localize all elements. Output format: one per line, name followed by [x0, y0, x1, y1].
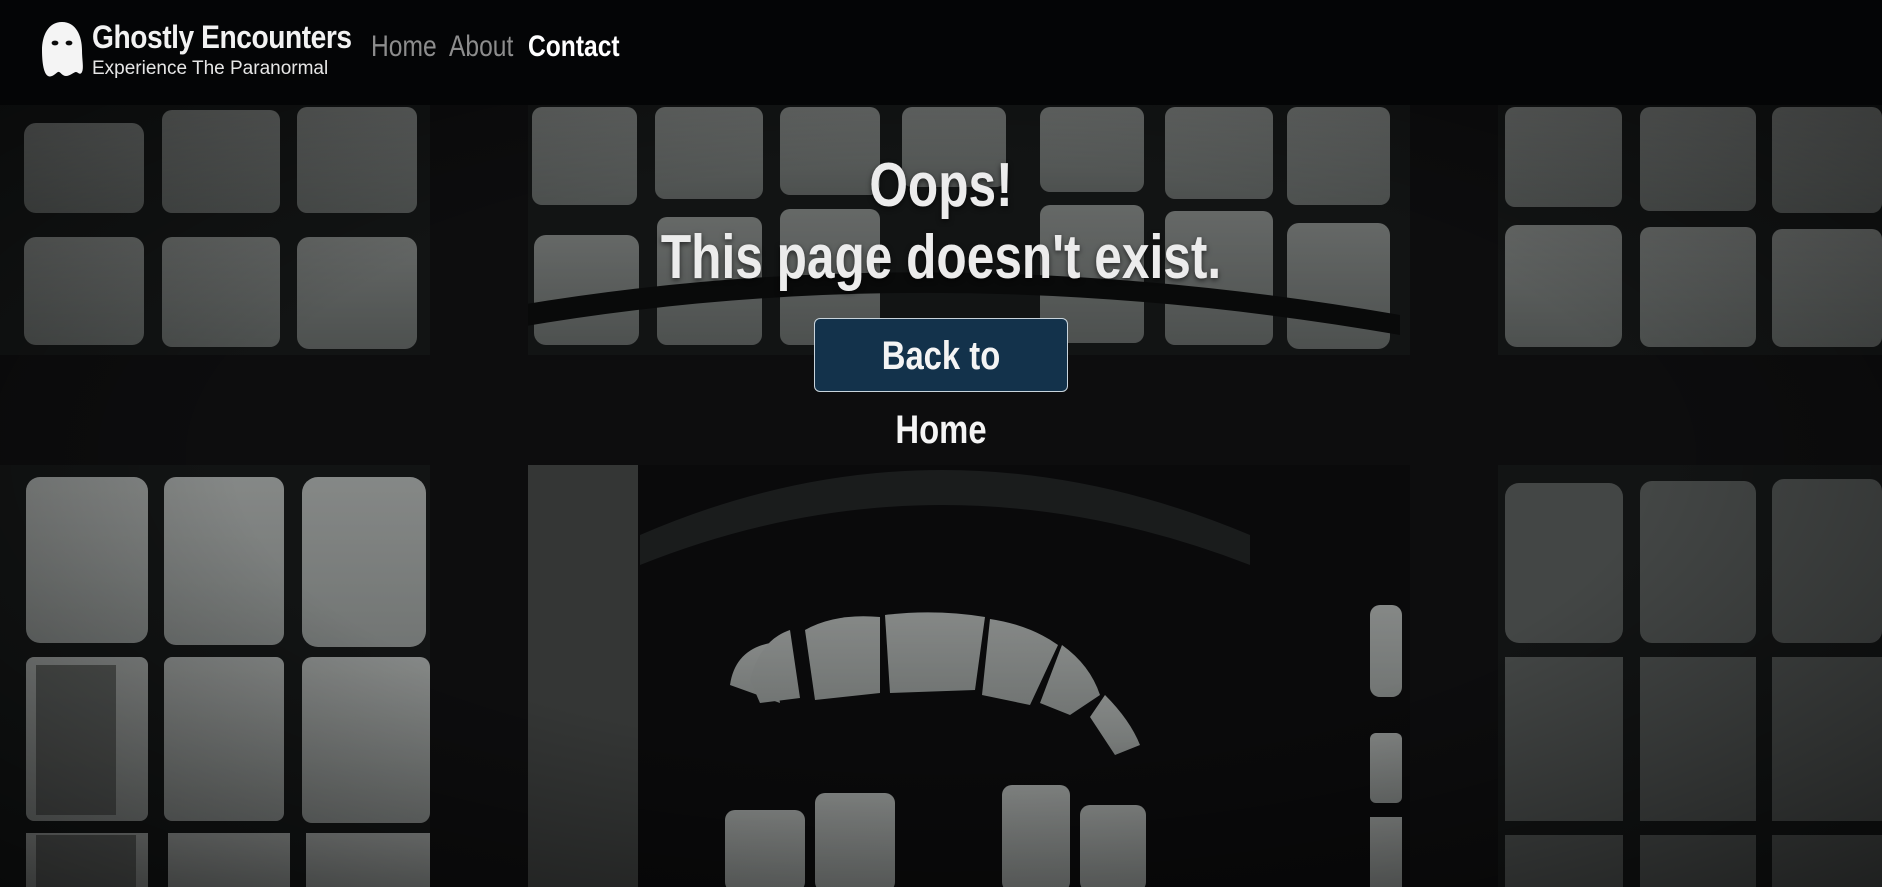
brand-logo-link[interactable]: Ghostly Encounters Experience The Parano… — [40, 20, 387, 78]
error-heading-line1: Oops! — [869, 151, 1013, 220]
site-header: Ghostly Encounters Experience The Parano… — [0, 0, 1882, 105]
page: Ghostly Encounters Experience The Parano… — [0, 0, 1882, 887]
brand-title: Ghostly Encounters — [92, 18, 352, 55]
main-nav: Home About Contact — [371, 30, 622, 64]
brand-tagline: Experience The Paranormal — [92, 57, 329, 79]
error-heading: Oops! This page doesn't exist. — [188, 150, 1694, 294]
brand-text: Ghostly Encounters Experience The Parano… — [92, 21, 387, 78]
error-heading-line2: This page doesn't exist. — [660, 223, 1222, 292]
nav-about-link[interactable]: About — [449, 30, 519, 64]
error-hero: Oops! This page doesn't exist. Back to H… — [0, 150, 1882, 452]
back-to-home-button[interactable]: Back to Home — [814, 318, 1068, 452]
back-to-home-label: Back to Home — [881, 334, 1001, 452]
ghost-icon — [42, 22, 83, 77]
nav-home-link[interactable]: Home — [371, 30, 440, 64]
nav-contact-link[interactable]: Contact — [528, 30, 620, 64]
